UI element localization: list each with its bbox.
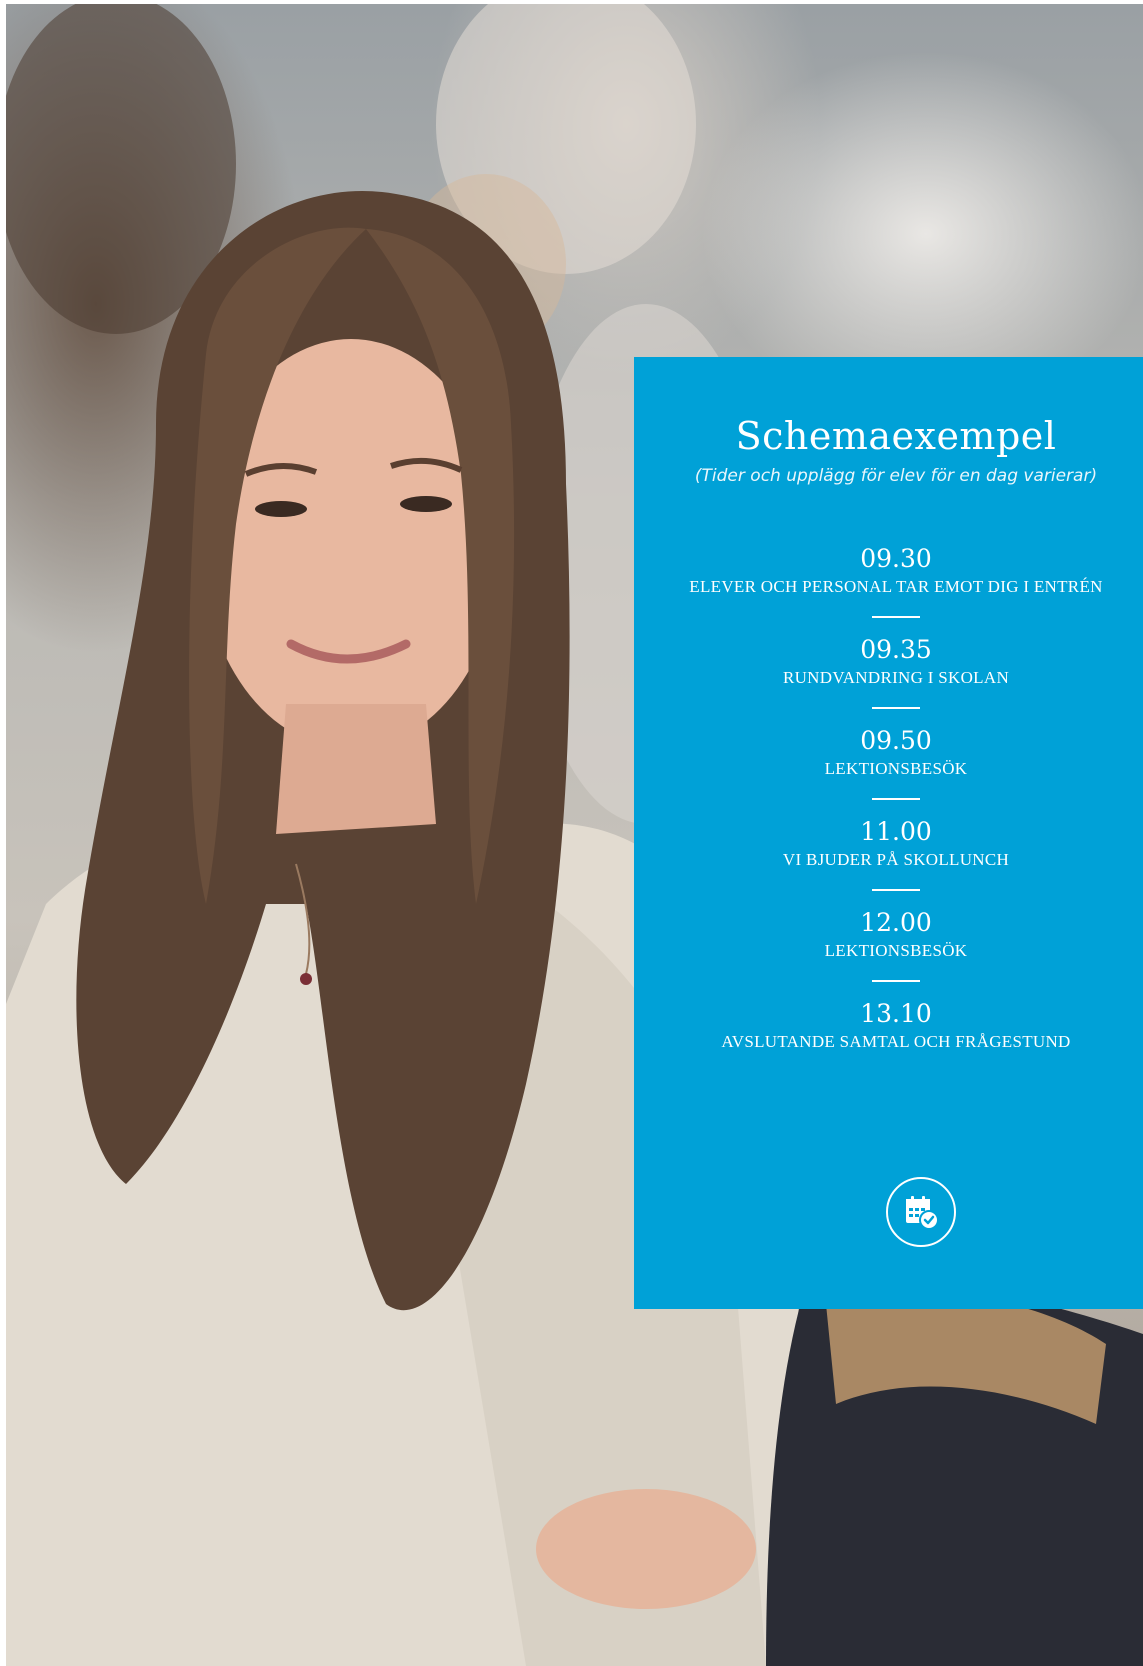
- schedule-item-activity: LEKTIONSBESÖK: [824, 941, 968, 960]
- schedule-item: 12.00 LEKTIONSBESÖK: [634, 907, 1143, 982]
- schedule-item-time: 09.30: [860, 544, 932, 573]
- schedule-item: 11.00 VI BJUDER PÅ SKOLLUNCH: [634, 816, 1143, 891]
- schedule-card: Schemaexempel (Tider och upplägg för ele…: [634, 357, 1143, 1309]
- calendar-button[interactable]: [886, 1177, 956, 1247]
- schedule-subtitle: (Tider och upplägg för elev för en dag v…: [694, 466, 1098, 486]
- schedule-item-activity: LEKTIONSBESÖK: [824, 759, 968, 778]
- schedule-item-time: 09.50: [860, 726, 932, 755]
- schedule-card-content: Schemaexempel (Tider och upplägg för ele…: [634, 357, 1143, 1054]
- calendar-check-icon: [906, 1196, 939, 1230]
- schedule-item: 13.10 AVSLUTANDE SAMTAL OCH FRÅGESTUND: [634, 998, 1143, 1054]
- schedule-divider: [872, 616, 920, 618]
- schedule-divider: [872, 798, 920, 800]
- schedule-item-time: 12.00: [860, 908, 932, 937]
- schedule-item-activity: ELEVER OCH PERSONAL TAR EMOT DIG I ENTRÉ…: [689, 577, 1103, 596]
- schedule-item-time: 09.35: [860, 635, 932, 664]
- schedule-divider: [872, 980, 920, 982]
- schedule-divider: [872, 707, 920, 709]
- schedule-divider: [872, 889, 920, 891]
- schedule-item: 09.50 LEKTIONSBESÖK: [634, 725, 1143, 800]
- brochure-page: Schemaexempel (Tider och upplägg för ele…: [0, 0, 1143, 1666]
- schedule-item-activity: RUNDVANDRING I SKOLAN: [782, 668, 1010, 687]
- schedule-item-activity: AVSLUTANDE SAMTAL OCH FRÅGESTUND: [721, 1032, 1071, 1051]
- schedule-list: 09.30 ELEVER OCH PERSONAL TAR EMOT DIG I…: [634, 543, 1143, 1054]
- schedule-item-time: 13.10: [860, 999, 932, 1028]
- schedule-item: 09.35 RUNDVANDRING I SKOLAN: [634, 634, 1143, 709]
- schedule-item-time: 11.00: [860, 817, 932, 846]
- schedule-title: Schemaexempel: [735, 414, 1057, 458]
- schedule-item: 09.30 ELEVER OCH PERSONAL TAR EMOT DIG I…: [634, 543, 1143, 618]
- schedule-item-activity: VI BJUDER PÅ SKOLLUNCH: [782, 850, 1010, 869]
